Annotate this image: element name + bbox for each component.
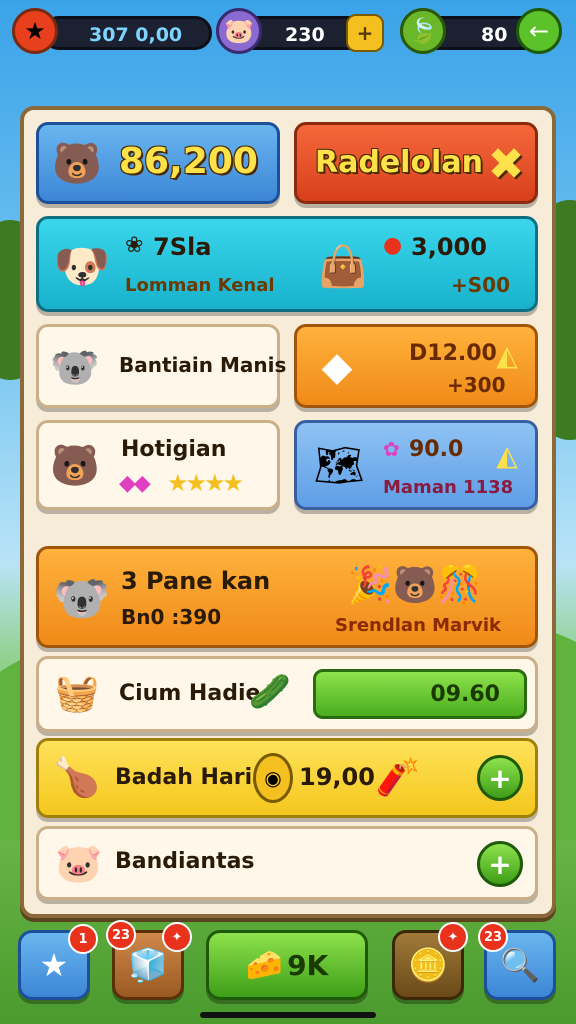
- orange-price: D12.00: [409, 341, 497, 366]
- badah-hariar-row[interactable]: 🍗 Badah Hariar ◉ 19,00 🧨 +: [36, 738, 538, 818]
- cium-hadie-value: 09.60: [430, 682, 500, 707]
- badah-hariar-value: 19,00: [299, 763, 375, 791]
- blue-price: 90.0: [409, 437, 464, 462]
- bag-icon: 👜: [318, 243, 368, 290]
- bandiantas-label: Bandiantas: [115, 849, 255, 874]
- orange-offer-card[interactable]: ◆ D12.00 +300 ◭: [294, 324, 538, 408]
- leaf-value: 80: [481, 24, 508, 46]
- search-badge: 23: [478, 922, 508, 952]
- action-button[interactable]: Radelolan ✖: [294, 122, 538, 204]
- shop-icon: 🧺: [54, 673, 100, 714]
- badah-hariar-plus-button[interactable]: +: [477, 755, 523, 801]
- bear-icon: 🐻: [52, 140, 102, 187]
- score-card: 🐻 86,200: [36, 122, 280, 204]
- clover-icon: ❀: [125, 233, 144, 258]
- coin-shield-icon: 🪙: [408, 946, 448, 984]
- banner-sub: Bn0 :390: [121, 605, 222, 629]
- veggie-icon: 🥒: [248, 672, 292, 712]
- coin-value: 307 0,00: [89, 24, 183, 46]
- search-icon: 🔍: [500, 946, 540, 984]
- coin-icon: ●: [383, 233, 403, 258]
- bandiantas-row[interactable]: 🐷 Bandiantas +: [36, 826, 538, 900]
- cyan-subtitle: Lomman Kenal: [125, 275, 275, 296]
- cheese-icon: ◭: [496, 438, 518, 472]
- flower-icon: ✿: [383, 437, 400, 461]
- cheese-block-icon: 🧀: [245, 947, 284, 983]
- gem-value: 230: [285, 24, 325, 46]
- add-gems-button[interactable]: +: [346, 14, 384, 52]
- cium-hadie-row[interactable]: 🧺 Cium Hadie 🥒 09.60: [36, 656, 538, 732]
- cyan-offer-card[interactable]: 🐶 ❀ 7Sla Lomman Kenal 👜 ● 3,000 +S00: [36, 216, 538, 312]
- score-value: 86,200: [119, 141, 258, 182]
- diamond-icon: ◆: [321, 344, 353, 390]
- inventory-alert-icon: ✦: [162, 922, 192, 952]
- coin-counter: 307 0,00: [42, 16, 212, 50]
- star-icon[interactable]: ★: [12, 8, 58, 54]
- star-rating-icon: ★★★★: [167, 469, 244, 497]
- cyan-price: 3,000: [411, 233, 487, 261]
- cium-hadie-value-bar[interactable]: 09.60: [313, 669, 527, 719]
- cium-hadie-label: Cium Hadie: [119, 681, 261, 706]
- home-indicator: [200, 1012, 376, 1018]
- hotigian-label: Hotigian: [121, 437, 227, 462]
- cyan-sub-price: +S00: [451, 273, 510, 297]
- ok-button[interactable]: 🧀 9K: [206, 930, 368, 1000]
- bantiain-label: Bantiain Manis: [119, 353, 287, 377]
- cheese-icon: ◭: [496, 338, 518, 372]
- koala-balloon-icon: 🐨: [53, 570, 111, 625]
- bear-cub-icon: 🐻: [50, 442, 100, 489]
- cross-icon: ✖: [487, 138, 525, 190]
- pig-toy-icon: 🐷: [55, 840, 103, 885]
- firecracker-icon: 🧨: [375, 757, 421, 798]
- event-banner[interactable]: 🐨 3 Pane kan Bn0 :390 🎉🐻🎊 Srendlan Marvi…: [36, 546, 538, 648]
- blue-offer-card[interactable]: 🗺 ✿ 90.0 Maman 1138 ◭: [294, 420, 538, 510]
- dog-icon: 🐶: [53, 238, 111, 293]
- action-label: Radelolan: [315, 145, 483, 180]
- banner-title: 3 Pane kan: [121, 567, 271, 595]
- pig-icon: 🐷: [216, 8, 262, 54]
- party-bear-icon: 🎉🐻🎊: [347, 565, 483, 606]
- map-icon: 🗺: [313, 442, 365, 489]
- chicken-leg-icon: 🍗: [53, 754, 101, 799]
- ok-label: 9K: [287, 948, 329, 982]
- koala-icon: 🐨: [50, 344, 100, 391]
- banner-right-label: Srendlan Marvik: [335, 615, 501, 636]
- top-resource-bar: 307 0,00 ★ 230 🐷 + 80 🍃 ←: [12, 8, 564, 58]
- hotigian-card[interactable]: 🐻 Hotigian ◆◆ ★★★★: [36, 420, 280, 510]
- box-face-icon: 🧊: [128, 946, 168, 984]
- cyan-title: 7Sla: [153, 233, 212, 261]
- orange-sub: +300: [447, 373, 506, 397]
- bandiantas-plus-button[interactable]: +: [477, 841, 523, 887]
- blue-sub: Maman 1138: [383, 477, 514, 498]
- star-icon: ★: [39, 946, 69, 984]
- home-badge: 1: [68, 924, 98, 954]
- shield-alert-icon: ✦: [438, 922, 468, 952]
- back-arrow-icon[interactable]: ←: [516, 8, 562, 54]
- bantiain-card[interactable]: 🐨 Bantiain Manis: [36, 324, 286, 408]
- coin-icon: ◉: [253, 753, 293, 803]
- leaf-icon: 🍃: [400, 8, 446, 54]
- gem-rating-icon: ◆◆: [119, 471, 151, 496]
- inventory-badge: 23: [106, 920, 136, 950]
